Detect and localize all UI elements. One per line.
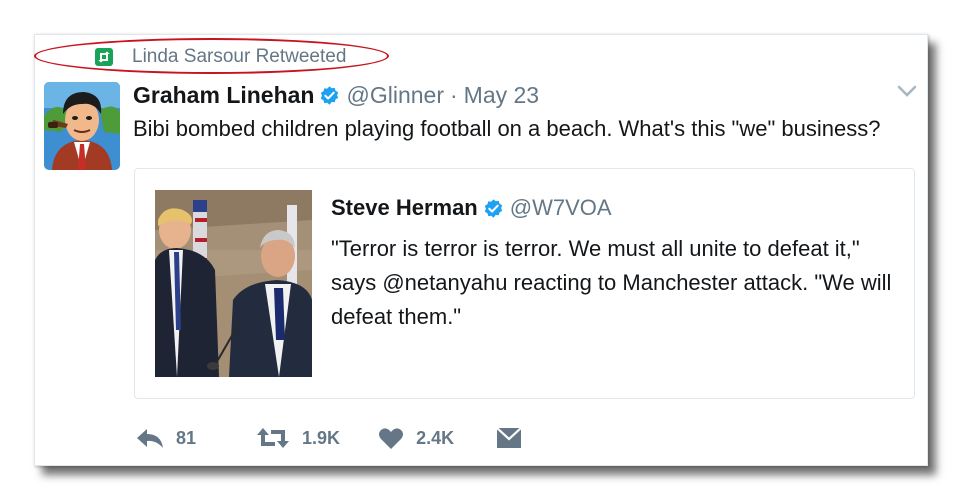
author-handle[interactable]: @Glinner bbox=[346, 82, 444, 109]
reply-count: 81 bbox=[176, 427, 197, 448]
quoted-tweet-text: "Terror is terror is terror. We must all… bbox=[331, 236, 892, 329]
envelope-icon bbox=[496, 427, 522, 449]
quoted-author-handle[interactable]: @W7VOA bbox=[510, 195, 612, 221]
tweet-actions: 81 1.9K 2.4K bbox=[136, 424, 522, 452]
direct-message-button[interactable] bbox=[496, 427, 522, 449]
separator-dot: · bbox=[449, 81, 458, 108]
quoted-author-name[interactable]: Steve Herman bbox=[331, 195, 478, 221]
reply-button[interactable]: 81 bbox=[136, 427, 196, 449]
quoted-tweet[interactable]: Steve Herman @W7VOA "Terror is terror is… bbox=[134, 168, 915, 399]
highlight-annotation bbox=[34, 38, 389, 74]
like-count: 2.4K bbox=[416, 427, 455, 448]
retweet-icon bbox=[256, 427, 290, 449]
tweet-header: Graham Linehan @Glinner · May 23 bbox=[133, 80, 539, 110]
like-button[interactable]: 2.4K bbox=[378, 426, 454, 450]
verified-badge-icon bbox=[483, 198, 504, 219]
avatar[interactable] bbox=[44, 82, 120, 170]
tweet-text: Bibi bombed children playing football on… bbox=[133, 116, 881, 141]
quoted-tweet-header: Steve Herman @W7VOA bbox=[331, 193, 612, 223]
chevron-down-icon[interactable] bbox=[896, 82, 918, 100]
reply-icon bbox=[136, 427, 164, 449]
heart-icon bbox=[378, 426, 404, 450]
quoted-tweet-photo[interactable] bbox=[155, 190, 312, 377]
tweet-date[interactable]: May 23 bbox=[464, 82, 539, 109]
retweet-count: 1.9K bbox=[302, 427, 341, 448]
verified-badge-icon bbox=[319, 85, 340, 106]
retweet-button[interactable]: 1.9K bbox=[256, 427, 340, 449]
author-name[interactable]: Graham Linehan bbox=[133, 82, 314, 109]
